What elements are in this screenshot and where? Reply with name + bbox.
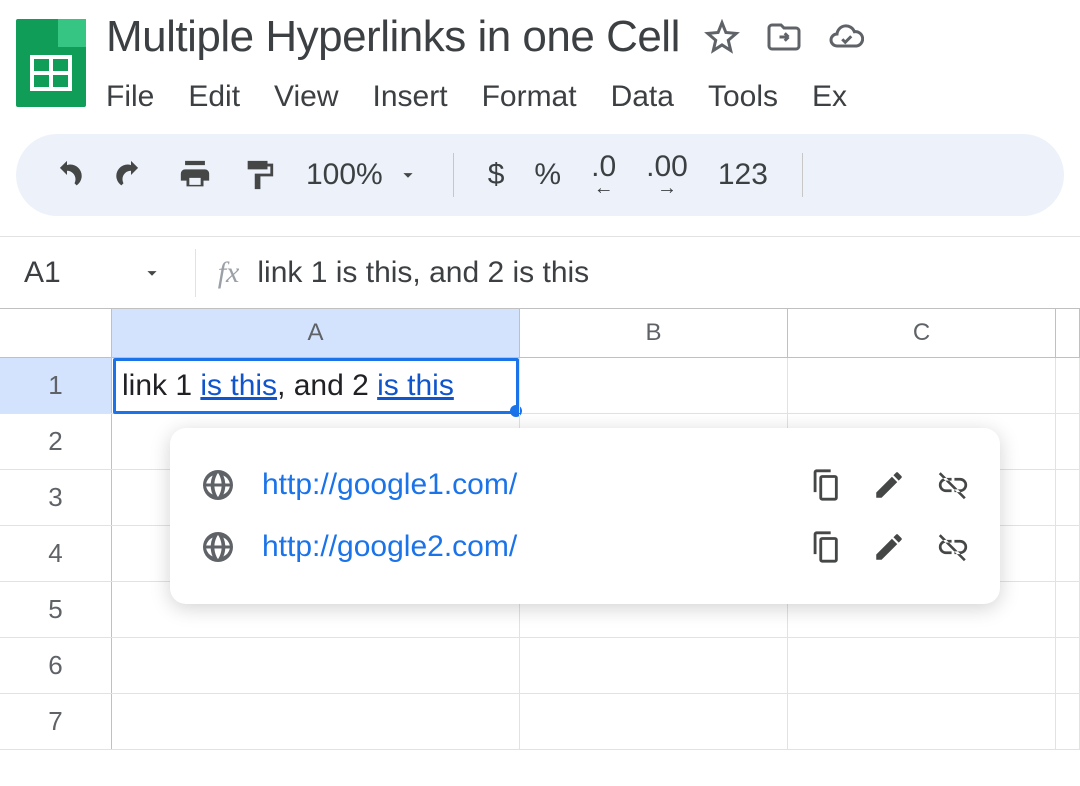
cell-B7[interactable] — [520, 694, 788, 749]
move-to-folder-icon[interactable] — [766, 19, 802, 55]
cell-B6[interactable] — [520, 638, 788, 693]
row-header-5[interactable]: 5 — [0, 582, 112, 637]
zoom-select[interactable]: 100% — [306, 158, 419, 192]
menu-data[interactable]: Data — [611, 80, 674, 114]
title-row: Multiple Hyperlinks in one Cell File Edi… — [16, 12, 1064, 114]
copy-link-icon[interactable] — [808, 530, 842, 564]
remove-link-icon[interactable] — [936, 530, 970, 564]
cell-text: link 1 — [122, 369, 200, 402]
table-row: 6 — [0, 638, 1080, 694]
increase-decimals-button[interactable]: .00 → — [646, 152, 688, 198]
row-header-7[interactable]: 7 — [0, 694, 112, 749]
cell-text: , and 2 — [277, 369, 377, 402]
paint-format-icon[interactable] — [242, 158, 276, 192]
format-123-button[interactable]: 123 — [718, 158, 768, 192]
formula-bar: A1 fx link 1 is this, and 2 is this — [0, 236, 1080, 308]
sheets-logo-icon[interactable] — [16, 19, 86, 107]
menu-bar: File Edit View Insert Format Data Tools … — [106, 80, 1064, 114]
toolbar: 100% $ % .0 ← .00 → 123 — [16, 134, 1064, 216]
globe-icon — [200, 529, 236, 565]
redo-icon[interactable] — [114, 158, 148, 192]
menu-edit[interactable]: Edit — [188, 80, 240, 114]
cell-A1[interactable]: link 1 is this, and 2 is this — [112, 358, 520, 413]
undo-icon[interactable] — [50, 158, 84, 192]
row-header-6[interactable]: 6 — [0, 638, 112, 693]
cell-C6[interactable] — [788, 638, 1056, 693]
cell-C1[interactable] — [788, 358, 1056, 413]
cell-A1-content: link 1 is this, and 2 is this — [122, 369, 454, 403]
column-header-A[interactable]: A — [112, 309, 520, 357]
grid-rows: 1 link 1 is this, and 2 is this 2 3 4 5 — [0, 358, 1080, 750]
row-header-1[interactable]: 1 — [0, 358, 112, 413]
formula-input[interactable]: link 1 is this, and 2 is this — [257, 256, 589, 290]
menu-insert[interactable]: Insert — [373, 80, 448, 114]
formula-bar-separator — [195, 249, 196, 297]
column-header-B[interactable]: B — [520, 309, 788, 357]
copy-link-icon[interactable] — [808, 468, 842, 502]
document-title[interactable]: Multiple Hyperlinks in one Cell — [106, 12, 680, 62]
remove-link-icon[interactable] — [936, 468, 970, 502]
print-icon[interactable] — [178, 158, 212, 192]
row-header-4[interactable]: 4 — [0, 526, 112, 581]
menu-view[interactable]: View — [274, 80, 338, 114]
table-row: 1 link 1 is this, and 2 is this — [0, 358, 1080, 414]
popover-link-row: http://google1.com/ — [200, 454, 970, 516]
cell-B1[interactable] — [520, 358, 788, 413]
popover-link-row: http://google2.com/ — [200, 516, 970, 578]
row-header-3[interactable]: 3 — [0, 470, 112, 525]
popover-url-1[interactable]: http://google1.com/ — [262, 468, 782, 502]
name-box[interactable]: A1 — [0, 256, 187, 290]
menu-file[interactable]: File — [106, 80, 154, 114]
edit-link-icon[interactable] — [872, 468, 906, 502]
table-row: 7 — [0, 694, 1080, 750]
column-header-C[interactable]: C — [788, 309, 1056, 357]
select-all-corner[interactable] — [0, 309, 112, 357]
edit-link-icon[interactable] — [872, 530, 906, 564]
cell-C7[interactable] — [788, 694, 1056, 749]
cell-D7[interactable] — [1056, 694, 1080, 749]
cell-D2[interactable] — [1056, 414, 1080, 469]
header: Multiple Hyperlinks in one Cell File Edi… — [0, 0, 1080, 114]
format-percent-button[interactable]: % — [534, 158, 561, 192]
star-icon[interactable] — [704, 19, 740, 55]
zoom-value: 100% — [306, 158, 383, 192]
menu-extensions-truncated[interactable]: Ex — [812, 80, 847, 114]
spreadsheet-grid: A B C 1 link 1 is this, and 2 is this 2 … — [0, 308, 1080, 750]
column-header-extra[interactable] — [1056, 309, 1080, 357]
hyperlink-1[interactable]: is this — [200, 369, 277, 402]
cell-D4[interactable] — [1056, 526, 1080, 581]
popover-url-2[interactable]: http://google2.com/ — [262, 530, 782, 564]
cell-D6[interactable] — [1056, 638, 1080, 693]
name-box-value: A1 — [24, 256, 61, 290]
hyperlink-2[interactable]: is this — [377, 369, 454, 402]
globe-icon — [200, 467, 236, 503]
toolbar-separator — [802, 153, 803, 197]
cell-D5[interactable] — [1056, 582, 1080, 637]
link-popover: http://google1.com/ http://google2.com/ — [170, 428, 1000, 604]
fx-icon: fx — [218, 256, 240, 290]
cloud-status-icon[interactable] — [828, 19, 864, 55]
chevron-down-icon — [141, 262, 163, 284]
cell-A6[interactable] — [112, 638, 520, 693]
cell-D3[interactable] — [1056, 470, 1080, 525]
arrow-left-icon: ← — [594, 178, 614, 198]
menu-format[interactable]: Format — [482, 80, 577, 114]
arrow-right-icon: → — [657, 178, 677, 198]
decrease-decimals-button[interactable]: .0 ← — [591, 152, 616, 198]
column-headers: A B C — [0, 308, 1080, 358]
chevron-down-icon — [397, 164, 419, 186]
row-header-2[interactable]: 2 — [0, 414, 112, 469]
toolbar-separator — [453, 153, 454, 197]
menu-tools[interactable]: Tools — [708, 80, 778, 114]
cell-A7[interactable] — [112, 694, 520, 749]
cell-D1[interactable] — [1056, 358, 1080, 413]
format-currency-button[interactable]: $ — [488, 158, 505, 192]
